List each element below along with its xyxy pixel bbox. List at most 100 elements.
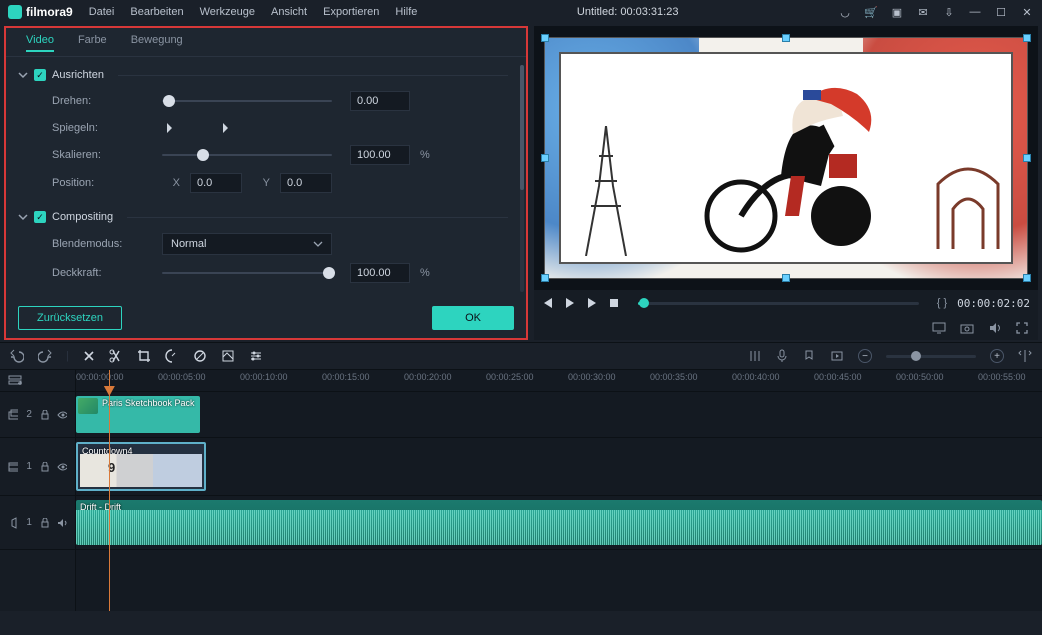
menu-tools[interactable]: Werkzeuge (200, 6, 255, 18)
ok-button[interactable]: OK (432, 306, 514, 330)
speaker-icon[interactable] (57, 518, 67, 528)
pos-y-input[interactable] (280, 173, 332, 193)
pos-x-input[interactable] (190, 173, 242, 193)
delete-icon[interactable] (83, 350, 95, 362)
maximize-icon[interactable]: ☐ (994, 6, 1008, 19)
resize-handle[interactable] (541, 154, 549, 162)
chevron-down-icon (18, 70, 28, 80)
comp-checkbox[interactable]: ✓ (34, 211, 46, 223)
resize-handle[interactable] (541, 274, 549, 282)
row-scale: Skalieren: % (52, 145, 508, 165)
color-icon[interactable] (193, 349, 207, 363)
mirror-horizontal-icon[interactable] (162, 119, 186, 137)
clip-video[interactable]: Countdown4 (76, 442, 206, 491)
undo-icon[interactable] (10, 349, 24, 363)
next-frame-icon[interactable] (586, 297, 598, 309)
lock-icon[interactable] (40, 518, 49, 528)
track-overlay[interactable]: Paris Sketchbook Pack (76, 392, 1042, 438)
menu-help[interactable]: Hilfe (395, 6, 417, 18)
blend-select[interactable]: Normal (162, 233, 332, 255)
eye-icon[interactable] (57, 410, 67, 420)
mirror-label: Spiegeln: (52, 122, 152, 134)
rotate-slider[interactable] (162, 100, 332, 102)
fullscreen-icon[interactable] (1016, 322, 1028, 334)
zoom-out-icon[interactable]: − (858, 349, 872, 363)
clip-audio[interactable]: Drift - Drift (76, 500, 1042, 545)
eye-icon[interactable] (57, 462, 67, 472)
notify-icon[interactable]: ⇩ (942, 6, 956, 19)
adjust-icon[interactable] (249, 349, 263, 363)
resize-handle[interactable] (1023, 34, 1031, 42)
preview-canvas[interactable] (544, 37, 1028, 280)
resize-handle[interactable] (1023, 274, 1031, 282)
zoom-fit-icon[interactable] (1018, 349, 1032, 363)
track-head-audio[interactable]: 1 (0, 496, 75, 550)
redo-icon[interactable] (38, 349, 52, 363)
crop-icon[interactable] (137, 349, 151, 363)
playhead[interactable] (109, 370, 110, 611)
snapshot-icon[interactable] (960, 322, 974, 334)
save-icon[interactable]: ▣ (890, 6, 904, 19)
track-video[interactable]: Countdown4 (76, 438, 1042, 496)
clip-thumb (78, 398, 98, 414)
tab-video[interactable]: Video (26, 34, 54, 52)
timeline-tracks[interactable]: 00:00:00:0000:00:05:0000:00:10:0000:00:1… (76, 370, 1042, 611)
menu-view[interactable]: Ansicht (271, 6, 307, 18)
align-checkbox[interactable]: ✓ (34, 69, 46, 81)
tab-color[interactable]: Farbe (78, 34, 107, 52)
menu-export[interactable]: Exportieren (323, 6, 379, 18)
resize-handle[interactable] (782, 274, 790, 282)
message-icon[interactable]: ✉ (916, 6, 930, 19)
render-icon[interactable] (830, 349, 844, 363)
preview-controls: { } 00:00:02:02 (534, 290, 1038, 316)
clip-overlay[interactable]: Paris Sketchbook Pack (76, 396, 200, 433)
zoom-slider[interactable] (886, 355, 976, 358)
scale-input[interactable] (350, 145, 410, 165)
lock-icon[interactable] (40, 410, 49, 420)
resize-handle[interactable] (782, 34, 790, 42)
track-manage-icon[interactable] (0, 370, 75, 392)
preview-progress[interactable] (638, 302, 919, 305)
play-icon[interactable] (564, 297, 576, 309)
voiceover-icon[interactable] (776, 349, 788, 363)
scale-slider[interactable] (162, 154, 332, 156)
opacity-input[interactable] (350, 263, 410, 283)
cart-icon[interactable]: 🛒 (864, 6, 878, 19)
display-icon[interactable] (932, 322, 946, 334)
preview-viewport[interactable] (534, 26, 1038, 290)
opacity-slider[interactable] (162, 272, 332, 274)
lock-icon[interactable] (40, 462, 49, 472)
panel-scrollbar[interactable] (520, 65, 524, 292)
resize-handle[interactable] (1023, 154, 1031, 162)
section-align-head[interactable]: ✓ Ausrichten (18, 69, 508, 81)
timeline-ruler[interactable]: 00:00:00:0000:00:05:0000:00:10:0000:00:1… (76, 370, 1042, 392)
stop-icon[interactable] (608, 297, 620, 309)
volume-icon[interactable] (988, 322, 1002, 334)
menu-file[interactable]: Datei (89, 6, 115, 18)
track-head-video[interactable]: 1 (0, 438, 75, 496)
reset-button[interactable]: Zurücksetzen (18, 306, 122, 330)
ruler-tick: 00:00:20:00 (404, 372, 452, 382)
track-audio[interactable]: Drift - Drift (76, 496, 1042, 550)
track-head-overlay[interactable]: 2 (0, 392, 75, 438)
mirror-vertical-icon[interactable] (216, 119, 240, 137)
close-icon[interactable]: ✕ (1020, 6, 1034, 19)
section-comp-head[interactable]: ✓ Compositing (18, 211, 508, 223)
marker-icon[interactable] (802, 349, 816, 363)
zoom-in-icon[interactable]: + (990, 349, 1004, 363)
tab-motion[interactable]: Bewegung (131, 34, 183, 52)
braces-icon[interactable]: { } (937, 297, 947, 309)
rotate-input[interactable] (350, 91, 410, 111)
mixer-icon[interactable] (748, 349, 762, 363)
rotate-label: Drehen: (52, 95, 152, 107)
minimize-icon[interactable]: — (968, 6, 982, 18)
greenscreen-icon[interactable] (221, 349, 235, 363)
menu-edit[interactable]: Bearbeiten (130, 6, 183, 18)
overlay-track-icon (8, 409, 18, 421)
speed-icon[interactable] (165, 349, 179, 363)
prev-frame-icon[interactable] (542, 297, 554, 309)
account-icon[interactable]: ◡ (838, 6, 852, 19)
split-icon[interactable] (109, 349, 123, 363)
resize-handle[interactable] (541, 34, 549, 42)
blend-label: Blendemodus: (52, 238, 152, 250)
